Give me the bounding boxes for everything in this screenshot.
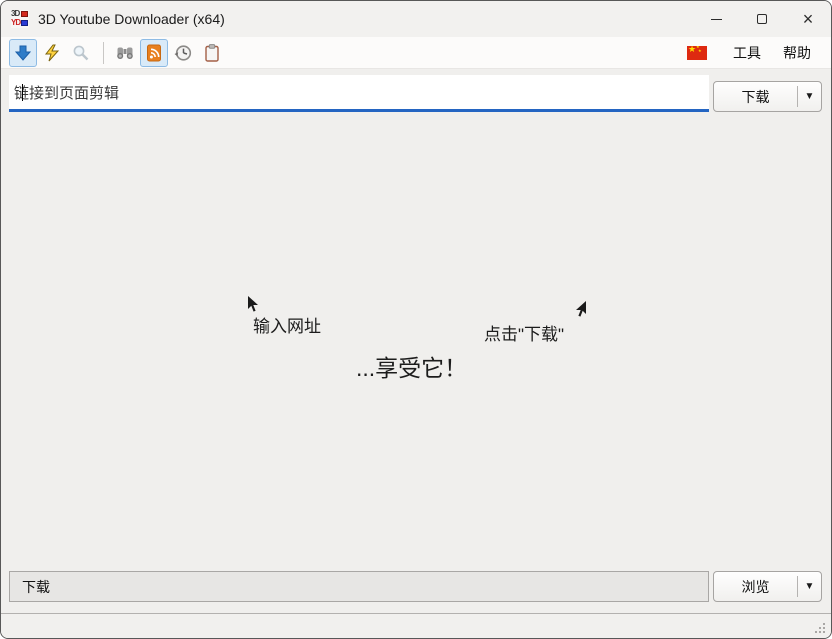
search-button[interactable]	[67, 39, 95, 67]
clipboard-button[interactable]	[198, 39, 226, 67]
china-flag-icon[interactable]: ★ ★ ★	[687, 46, 707, 60]
browse-dropdown-arrow[interactable]: ▼	[798, 572, 821, 601]
app-window: 3D YD 3D Youtube Downloader (x64) ×	[0, 0, 832, 639]
toolbar-right: ★ ★ ★ 工具 帮助	[687, 43, 823, 63]
download-mode-button[interactable]	[9, 39, 37, 67]
download-dropdown-arrow[interactable]: ▼	[798, 82, 821, 111]
browse-button-label[interactable]: 浏览	[714, 572, 797, 601]
clipboard-icon	[202, 43, 222, 63]
hint-click-download: 点击"下载"	[484, 320, 564, 345]
minimize-button[interactable]	[693, 1, 739, 37]
binoculars-icon	[115, 43, 135, 63]
lightning-icon	[42, 43, 62, 63]
close-button[interactable]: ×	[785, 1, 831, 37]
url-input-wrap	[9, 75, 709, 112]
url-input[interactable]	[14, 75, 709, 109]
hint-cursor-up-right-icon	[575, 301, 587, 323]
hint-enjoy: ...享受它！	[356, 349, 467, 383]
rss-feed-button[interactable]	[140, 39, 168, 67]
menu-tools[interactable]: 工具	[733, 43, 761, 63]
resize-grip[interactable]	[823, 631, 825, 633]
quick-convert-button[interactable]	[38, 39, 66, 67]
search-icon	[71, 43, 91, 63]
app-logo-icon: 3D YD	[11, 10, 29, 28]
window-controls: ×	[693, 1, 831, 37]
maximize-icon	[757, 14, 767, 24]
download-status-label: 下载	[22, 577, 50, 597]
text-caret	[22, 84, 23, 101]
menu-help[interactable]: 帮助	[783, 43, 811, 63]
window-title: 3D Youtube Downloader (x64)	[38, 11, 225, 27]
titlebar: 3D YD 3D Youtube Downloader (x64) ×	[1, 1, 831, 37]
toolbar-separator	[103, 42, 104, 64]
browse-split-button[interactable]: 浏览 ▼	[713, 571, 822, 602]
minimize-icon	[711, 19, 722, 20]
history-clock-icon	[173, 43, 193, 63]
history-button[interactable]	[169, 39, 197, 67]
download-button-label[interactable]: 下载	[714, 82, 797, 111]
statusbar	[1, 613, 831, 638]
download-arrow-icon	[13, 43, 33, 63]
toolbar: ★ ★ ★ 工具 帮助	[1, 37, 831, 69]
close-icon: ×	[803, 10, 814, 28]
download-split-button[interactable]: 下载 ▼	[713, 81, 822, 112]
maximize-button[interactable]	[739, 1, 785, 37]
hint-enter-url: 输入网址	[253, 312, 321, 337]
find-video-button[interactable]	[111, 39, 139, 67]
rss-feed-icon	[144, 43, 164, 63]
download-status-field: 下载	[9, 571, 709, 602]
